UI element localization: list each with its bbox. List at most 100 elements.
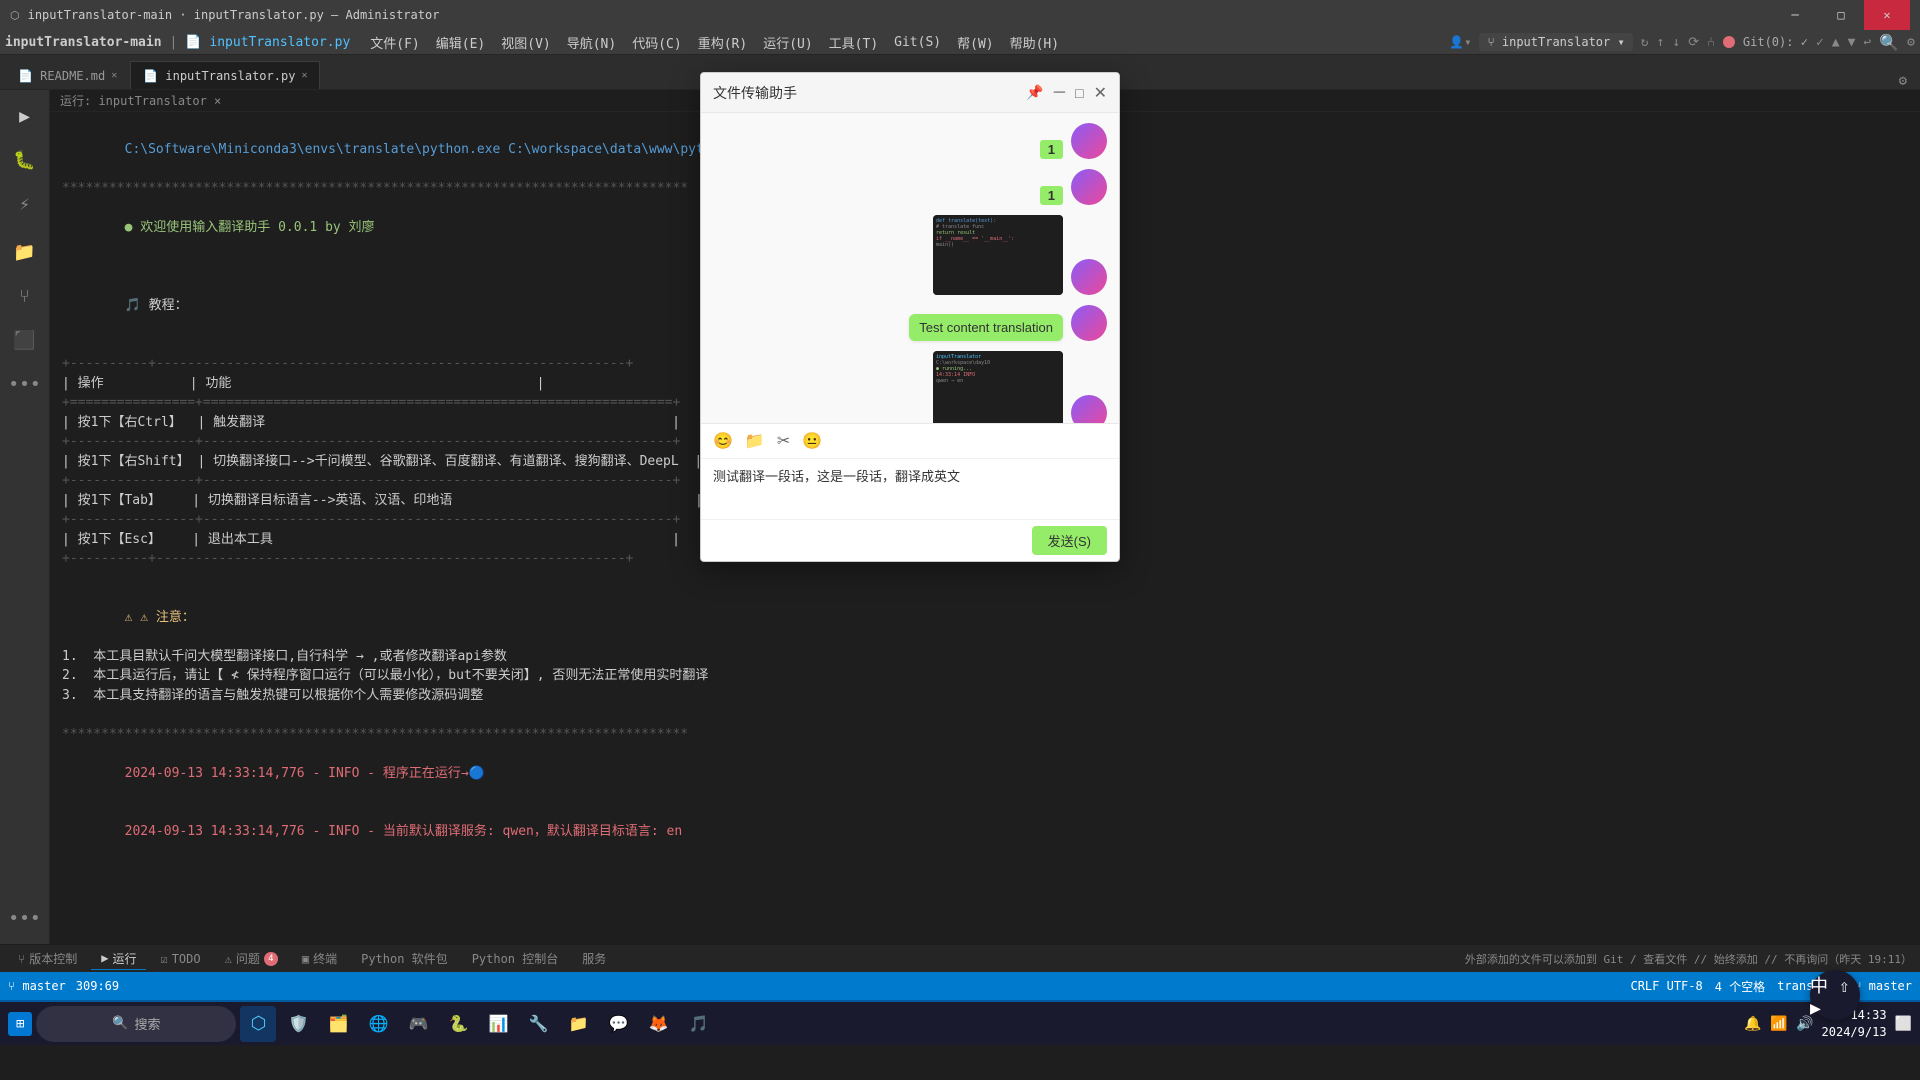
taskbar-app6[interactable]: 🔧 <box>520 1006 556 1042</box>
menu-file[interactable]: 文件(F) <box>362 31 427 54</box>
menu-nav[interactable]: 导航(N) <box>559 31 624 54</box>
toolbar-action-up[interactable]: ↑ <box>1657 35 1665 50</box>
toolbar-account[interactable]: 👤▾ <box>1449 35 1471 49</box>
menu-run[interactable]: 运行(U) <box>755 31 820 54</box>
close-button[interactable]: ✕ <box>1864 0 1910 30</box>
taskbar-app10[interactable]: 🎵 <box>680 1006 716 1042</box>
toolbar-action-push[interactable]: ▲ <box>1832 35 1840 50</box>
activity-dots1[interactable]: ••• <box>7 366 43 402</box>
taskbar-app3[interactable]: 🎮 <box>400 1006 436 1042</box>
terminal-log2: 2024-09-13 14:33:14,776 - INFO - 当前默认翻译服… <box>62 803 1908 862</box>
status-encoding[interactable]: CRLF UTF-8 <box>1630 979 1702 993</box>
bottom-tab-git[interactable]: ⑂ 版本控制 <box>8 948 87 969</box>
sticker-icon[interactable]: 😐 <box>802 431 822 451</box>
toolbar-action-down[interactable]: ↓ <box>1672 35 1680 50</box>
msg-row-5: inputTranslator C:\workspace\day10 ● run… <box>713 351 1107 423</box>
tab-settings-icon[interactable]: ⚙ <box>1899 73 1907 89</box>
taskbar-app5[interactable]: 📊 <box>480 1006 516 1042</box>
breadcrumb-path: 运行: inputTranslator × <box>60 92 221 109</box>
taskbar-app9[interactable]: 🦊 <box>640 1006 676 1042</box>
menu-view[interactable]: 视图(V) <box>493 31 558 54</box>
terminal-log1: 2024-09-13 14:33:14,776 - INFO - 程序正在运行→… <box>62 744 1908 803</box>
dialog-pin-button[interactable]: 📌 <box>1026 84 1043 101</box>
activity-dots2[interactable]: ••• <box>7 900 43 936</box>
taskbar-app8[interactable]: 💬 <box>600 1006 636 1042</box>
activity-terminal[interactable]: ⬛ <box>7 322 43 358</box>
tab-inputtranslator-label: 📄 inputTranslator.py <box>143 69 295 83</box>
msg-row-4: Test content translation <box>713 305 1107 341</box>
search-icon[interactable]: 🔍 <box>1879 33 1899 52</box>
bottom-tab-python-console[interactable]: Python 控制台 <box>462 948 569 969</box>
app8-icon: 💬 <box>608 1014 628 1033</box>
msg-bubble-test: Test content translation <box>909 314 1063 341</box>
dialog-maximize-button[interactable]: □ <box>1075 85 1083 101</box>
menu-code[interactable]: 代码(C) <box>624 31 689 54</box>
bottom-tab-services[interactable]: 服务 <box>572 948 616 969</box>
menu-help[interactable]: 帮助(H) <box>1002 31 1067 54</box>
menu-git[interactable]: Git(S) <box>886 33 949 52</box>
toolbar-action-merge[interactable]: ⑃ <box>1707 35 1715 50</box>
emoji-icon[interactable]: 😊 <box>713 431 733 451</box>
terminal-notice2: 2. 本工具运行后，请让【 ≮ 保持程序窗口运行（可以最小化），but不要关闭】… <box>62 666 1908 686</box>
toolbar-action-fetch[interactable]: ⟳ <box>1688 35 1699 50</box>
tab-readme-label: 📄 README.md <box>18 69 105 83</box>
tab-inputtranslator-close[interactable]: ✕ <box>301 70 307 81</box>
bottom-tab-python-pkg[interactable]: Python 软件包 <box>351 948 458 969</box>
dialog-close-button[interactable]: ✕ <box>1094 83 1107 103</box>
status-position[interactable]: 309:69 <box>76 979 119 993</box>
python-pkg-label: Python 软件包 <box>361 950 448 967</box>
toolbar-undo[interactable]: ↩ <box>1863 35 1871 50</box>
status-git[interactable]: ⑂ master <box>8 979 66 993</box>
activity-run[interactable]: ▶ <box>7 98 43 134</box>
taskbar-app4[interactable]: 🐍 <box>440 1006 476 1042</box>
taskbar-show-desktop[interactable]: ⬜ <box>1895 1016 1912 1032</box>
menu-tools[interactable]: 工具(T) <box>821 31 886 54</box>
scissors-icon[interactable]: ✂ <box>777 431 790 451</box>
tab-readme[interactable]: 📄 README.md ✕ <box>5 61 130 89</box>
msg-row-1: 1 <box>713 123 1107 159</box>
avatar-4 <box>1071 305 1107 341</box>
branch-selector[interactable]: ⑂ inputTranslator ▾ <box>1479 33 1632 51</box>
send-button[interactable]: 发送(S) <box>1032 526 1107 555</box>
bottom-tab-todo[interactable]: ☑ TODO <box>150 950 210 968</box>
taskbar-app2[interactable]: 🗂️ <box>320 1006 356 1042</box>
wechat-corner-widget[interactable]: 中 ⇧ ▶ <box>1810 970 1860 1020</box>
search-taskbar-label: 搜索 <box>135 1014 161 1033</box>
app3-icon: 🎮 <box>408 1014 428 1033</box>
status-spaces[interactable]: 4 个空格 <box>1715 978 1765 995</box>
status-branch2[interactable]: ⑂ master <box>1854 979 1912 993</box>
activity-bar: ▶ 🐛 ⚡ 📁 ⑂ ⬛ ••• ••• <box>0 90 50 944</box>
python-console-label: Python 控制台 <box>472 950 559 967</box>
tab-readme-close[interactable]: ✕ <box>111 70 117 81</box>
taskbar-vscode[interactable]: ⬡ <box>240 1006 276 1042</box>
maximize-button[interactable]: □ <box>1818 0 1864 30</box>
terminal-icon: ▣ <box>302 952 309 966</box>
toolbar-action-commit[interactable]: ✓ <box>1816 35 1824 50</box>
taskbar-app7[interactable]: 📁 <box>560 1006 596 1042</box>
taskbar-chrome[interactable]: 🌐 <box>360 1006 396 1042</box>
terminal-sep8: ****************************************… <box>62 725 1908 745</box>
bottom-tab-terminal[interactable]: ▣ 终端 <box>292 948 347 969</box>
bottom-tab-run[interactable]: ▶ 运行 <box>91 948 146 970</box>
activity-debug[interactable]: 🐛 <box>7 142 43 178</box>
toolbar-action-pull[interactable]: ▼ <box>1848 35 1856 50</box>
menu-refactor[interactable]: 重构(R) <box>690 31 755 54</box>
dialog-input[interactable]: 测试翻译一段话，这是一段话，翻译成英文 <box>701 459 1119 519</box>
dialog-minimize-button[interactable]: ─ <box>1054 84 1065 102</box>
tab-inputtranslator[interactable]: 📄 inputTranslator.py ✕ <box>130 61 320 89</box>
bottom-tab-problems[interactable]: ⚠ 问题 4 <box>215 948 288 969</box>
menu-help-w[interactable]: 帮(W) <box>949 31 1001 54</box>
menu-edit[interactable]: 编辑(E) <box>428 31 493 54</box>
stop-button[interactable] <box>1723 36 1735 48</box>
minimize-button[interactable]: ─ <box>1772 0 1818 30</box>
activity-git[interactable]: ⑂ <box>7 278 43 314</box>
folder-icon[interactable]: 📁 <box>745 431 765 451</box>
toolbar-action-refresh[interactable]: ↻ <box>1641 35 1649 50</box>
app6-icon: 🔧 <box>528 1014 548 1033</box>
activity-explorer[interactable]: 📁 <box>7 234 43 270</box>
start-button[interactable]: ⊞ <box>8 1012 32 1036</box>
settings-icon[interactable]: ⚙ <box>1907 35 1915 50</box>
taskbar-app1[interactable]: 🛡️ <box>280 1006 316 1042</box>
activity-run2[interactable]: ⚡ <box>7 186 43 222</box>
taskbar-search[interactable]: 🔍 搜索 <box>36 1006 236 1042</box>
